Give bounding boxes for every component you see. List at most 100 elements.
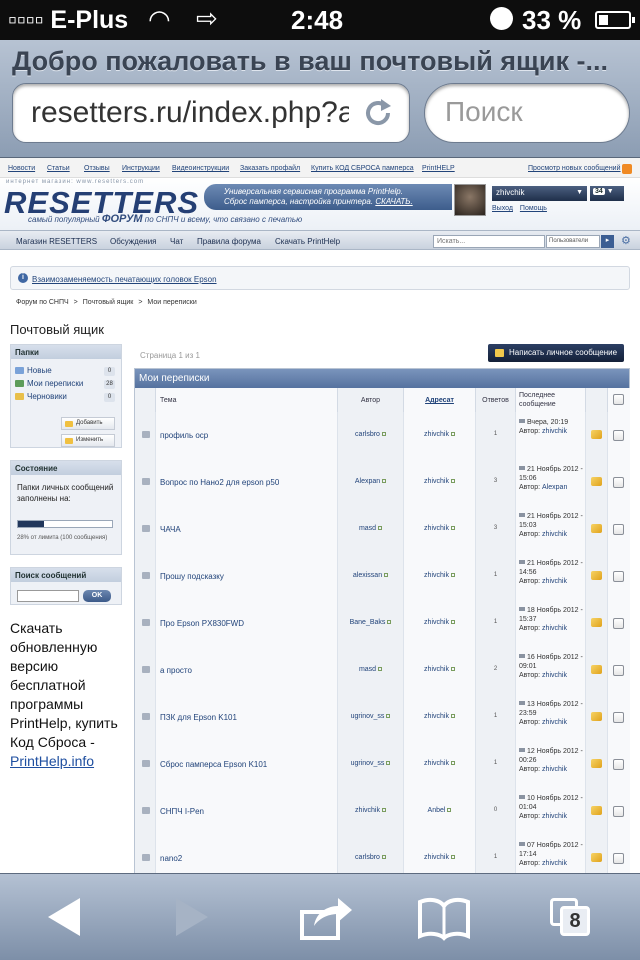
- site-search-input[interactable]: [433, 235, 545, 248]
- conversation-topic-link[interactable]: ЧАЧА: [160, 525, 181, 534]
- go-to-last-icon[interactable]: [519, 842, 525, 846]
- profile-card-icon[interactable]: [386, 761, 391, 765]
- profile-card-icon[interactable]: [386, 714, 391, 718]
- row-checkbox[interactable]: [613, 618, 624, 629]
- row-checkbox[interactable]: [613, 712, 624, 723]
- top-link-video-manuals[interactable]: Видеоинструкции: [172, 165, 229, 172]
- row-checkbox[interactable]: [613, 571, 624, 582]
- profile-card-icon[interactable]: [450, 620, 455, 624]
- table-row[interactable]: nano2 carlsbro zhivchik 1 07 Ноябрь 2012 - 1…: [135, 835, 630, 873]
- profile-card-icon[interactable]: [381, 808, 386, 812]
- top-link-manuals[interactable]: Инструкции: [122, 165, 160, 172]
- folder-drafts[interactable]: Черновики: [15, 392, 67, 401]
- profile-card-icon[interactable]: [450, 761, 455, 765]
- top-link-buy-reset-code[interactable]: Купить КОД СБРОСА памперса: [311, 165, 414, 172]
- author-link[interactable]: carlsbro: [338, 854, 403, 861]
- last-author-link[interactable]: zhivchik: [542, 428, 567, 435]
- table-row[interactable]: Вопрос по Нано2 для epson p50 Alexpan zhiv…: [135, 459, 630, 506]
- forward-icon[interactable]: [160, 892, 224, 942]
- profile-card-icon[interactable]: [381, 432, 386, 436]
- mark-read-icon[interactable]: [591, 806, 602, 815]
- column-recipient[interactable]: Адресат: [404, 388, 476, 412]
- profile-card-icon[interactable]: [381, 855, 386, 859]
- table-row[interactable]: ЧАЧА masd zhivchik 3 21 Ноябрь 2012 - 15:03 А…: [135, 506, 630, 553]
- user-avatar[interactable]: [454, 184, 486, 216]
- recipient-link[interactable]: zhivchik: [404, 666, 475, 673]
- recipient-link[interactable]: zhivchik: [404, 854, 475, 861]
- user-menu[interactable]: zhivchik ▼: [492, 186, 587, 201]
- last-author-link[interactable]: zhivchik: [542, 719, 567, 726]
- last-author-link[interactable]: zhivchik: [542, 860, 567, 867]
- promo-download-link[interactable]: СКАЧАТЬ.: [375, 197, 412, 206]
- table-row[interactable]: а просто masd zhivchik 2 16 Ноябрь 2012 - 09…: [135, 647, 630, 694]
- last-author-link[interactable]: Alexpan: [542, 484, 567, 491]
- row-checkbox[interactable]: [613, 477, 624, 488]
- row-checkbox[interactable]: [613, 430, 624, 441]
- last-author-link[interactable]: zhivchik: [542, 672, 567, 679]
- url-text[interactable]: resetters.ru/index.php?a: [31, 96, 349, 130]
- nav-forum-rules[interactable]: Правила форума: [197, 237, 261, 246]
- recipient-link[interactable]: zhivchik: [404, 619, 475, 626]
- breadcrumb-mailbox[interactable]: Почтовый ящик: [83, 299, 134, 306]
- select-all-checkbox[interactable]: [613, 394, 624, 405]
- message-search-button[interactable]: OK: [83, 590, 111, 602]
- browser-search-field[interactable]: [424, 83, 630, 143]
- column-last-message[interactable]: Последнее сообщение: [516, 388, 586, 412]
- recipient-link[interactable]: zhivchik: [404, 431, 475, 438]
- address-bar[interactable]: resetters.ru/index.php?a: [12, 83, 410, 143]
- recipient-link[interactable]: zhivchik: [404, 525, 475, 532]
- top-link-printhelp[interactable]: PrintHELP: [422, 165, 455, 172]
- go-to-last-icon[interactable]: [519, 607, 525, 611]
- folder-conversations[interactable]: Мои переписки: [15, 379, 83, 388]
- author-link[interactable]: carlsbro: [338, 431, 403, 438]
- conversation-topic-link[interactable]: ПЗК для Epson K101: [160, 713, 237, 722]
- conversation-topic-link[interactable]: Прошу подсказку: [160, 572, 224, 581]
- go-to-last-icon[interactable]: [519, 513, 525, 517]
- compose-message-button[interactable]: Написать личное сообщение: [488, 344, 624, 362]
- go-to-last-icon[interactable]: [519, 654, 525, 658]
- browser-search-input[interactable]: [445, 96, 615, 128]
- search-go-button[interactable]: ▸: [601, 235, 614, 248]
- go-to-last-icon[interactable]: [519, 795, 525, 799]
- column-author[interactable]: Автор: [338, 388, 404, 412]
- author-link[interactable]: zhivchik: [338, 807, 403, 814]
- go-to-last-icon[interactable]: [519, 748, 525, 752]
- nav-shop[interactable]: Магазин RESETTERS: [16, 237, 97, 246]
- recipient-link[interactable]: zhivchik: [404, 572, 475, 579]
- breadcrumb-forum[interactable]: Форум по СНПЧ: [16, 299, 69, 306]
- promo-banner[interactable]: Универсальная сервисная программа PrintH…: [204, 184, 452, 210]
- top-link-news[interactable]: Новости: [8, 165, 35, 172]
- help-link[interactable]: Помощь: [520, 205, 547, 212]
- author-link[interactable]: alexissan: [338, 572, 403, 579]
- profile-card-icon[interactable]: [387, 620, 392, 624]
- share-icon[interactable]: [292, 892, 356, 942]
- go-to-last-icon[interactable]: [519, 419, 525, 423]
- author-link[interactable]: ugrinov_ss: [338, 713, 403, 720]
- last-author-link[interactable]: zhivchik: [542, 531, 567, 538]
- row-checkbox[interactable]: [613, 524, 624, 535]
- nav-chat[interactable]: Чат: [170, 237, 183, 246]
- row-checkbox[interactable]: [613, 759, 624, 770]
- go-to-last-icon[interactable]: [519, 560, 525, 564]
- mark-read-icon[interactable]: [591, 665, 602, 674]
- row-checkbox[interactable]: [613, 665, 624, 676]
- author-link[interactable]: masd: [338, 666, 403, 673]
- back-icon[interactable]: [32, 892, 96, 942]
- row-checkbox[interactable]: [613, 853, 624, 864]
- profile-card-icon[interactable]: [450, 432, 455, 436]
- mark-read-icon[interactable]: [591, 853, 602, 862]
- profile-card-icon[interactable]: [447, 808, 452, 812]
- mark-read-icon[interactable]: [591, 712, 602, 721]
- go-to-last-icon[interactable]: [519, 466, 525, 470]
- profile-card-icon[interactable]: [450, 526, 455, 530]
- top-link-articles[interactable]: Статьи: [47, 165, 70, 172]
- conversation-topic-link[interactable]: СНПЧ I-Pen: [160, 807, 204, 816]
- profile-card-icon[interactable]: [450, 479, 455, 483]
- view-new-posts-link[interactable]: Просмотр новых сообщений: [528, 165, 621, 172]
- last-author-link[interactable]: zhivchik: [542, 813, 567, 820]
- bookmarks-icon[interactable]: [412, 892, 476, 942]
- column-topic[interactable]: Тема: [156, 388, 338, 412]
- profile-card-icon[interactable]: [384, 573, 389, 577]
- nav-discussions[interactable]: Обсуждения: [110, 237, 157, 246]
- tabs-icon[interactable]: 8: [540, 892, 604, 942]
